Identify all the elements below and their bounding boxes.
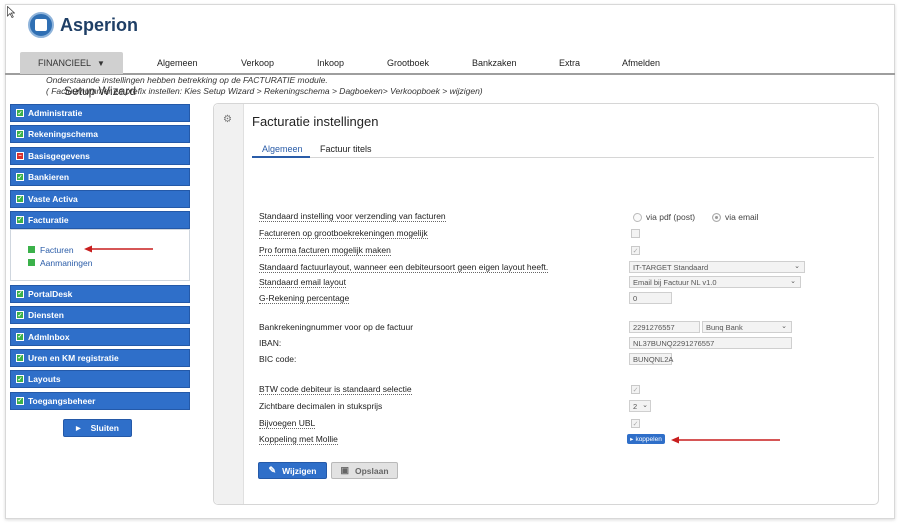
checkbox-ubl[interactable]: ✓ <box>631 419 640 428</box>
label-ubl: Bijvoegen UBL <box>259 418 316 429</box>
sidebar-item-basisgegevens[interactable]: – Basisgegevens <box>10 146 190 165</box>
koppelen-button[interactable]: ▸ koppelen <box>627 434 665 444</box>
label-iban: IBAN: <box>259 338 282 348</box>
tab-grootboek[interactable]: Grootboek <box>387 58 429 68</box>
radio-email[interactable]: via email <box>712 212 759 222</box>
radio-circle-selected <box>712 212 721 222</box>
check-icon: ✓ <box>16 332 24 341</box>
sidebar-item-layouts[interactable]: ✓ Layouts <box>10 370 190 389</box>
subitem-aanmaningen[interactable]: Aanmaningen <box>28 256 189 269</box>
radio-pdf[interactable]: via pdf (post) <box>633 212 695 222</box>
error-icon: – <box>16 151 24 160</box>
sidebar-item-facturatie[interactable]: ✓ Facturatie <box>10 210 190 229</box>
opslaan-button[interactable]: ▣ Opslaan <box>331 462 398 479</box>
chevron-down-icon: ⌄ <box>642 402 648 409</box>
label-grekening: G-Rekening percentage <box>259 293 350 304</box>
check-icon <box>28 246 35 254</box>
active-tab-indicator <box>252 156 310 158</box>
tab-bankzaken[interactable]: Bankzaken <box>472 58 517 68</box>
input-grekening[interactable]: 0 <box>629 292 672 304</box>
play-icon: ▶ <box>76 425 81 432</box>
input-bankrek[interactable]: 2291276557 <box>629 321 700 333</box>
label-btw: BTW code debiteur is standaard selectie <box>259 384 412 395</box>
check-icon: ✓ <box>16 311 24 320</box>
label-proforma: Pro forma facturen mogelijk maken <box>259 245 391 256</box>
save-icon: ▣ <box>340 465 349 475</box>
pencil-icon: ✎ <box>268 465 277 475</box>
app-name: Asperion <box>60 14 139 35</box>
check-icon: ✓ <box>16 289 24 298</box>
tab-verkoop[interactable]: Verkoop <box>241 58 274 68</box>
input-bic[interactable]: BUNQNL2A <box>629 353 673 365</box>
sidebar-item-adminbox[interactable]: ✓ AdmInbox <box>10 327 190 346</box>
select-bank[interactable]: Bunq Bank ⌄ <box>702 321 792 333</box>
sidebar-item-uren-km[interactable]: ✓ Uren en KM registratie <box>10 348 190 367</box>
gears-icon: ⚙ <box>223 114 232 125</box>
check-icon: ✓ <box>16 109 24 117</box>
caret-down-icon: ▼ <box>97 58 105 68</box>
check-icon: ✓ <box>16 396 24 405</box>
sidebar-item-toegangsbeheer[interactable]: ✓ Toegangsbeheer <box>10 391 190 410</box>
asperion-logo[interactable]: Asperion <box>28 12 138 38</box>
select-factuurlayout[interactable]: IT-TARGET Standaard ⌄ <box>629 261 805 273</box>
label-emaillayout: Standaard email layout <box>259 277 346 288</box>
input-iban[interactable]: NL37BUNQ2291276557 <box>629 337 792 349</box>
tab-algemeen[interactable]: Algemeen <box>157 58 198 68</box>
checkbox-proforma[interactable]: ✓ <box>631 246 640 255</box>
logo-icon <box>28 12 54 38</box>
info-text: Onderstaande instellingen hebben betrekk… <box>46 75 483 96</box>
checkbox-grootboek[interactable] <box>631 229 640 238</box>
check-icon: ✓ <box>16 130 24 139</box>
facturatie-subpanel: Facturen Aanmaningen <box>10 229 190 282</box>
chevron-down-icon: ⌄ <box>781 323 787 330</box>
check-icon: ✓ <box>16 215 24 224</box>
tab-afmelden[interactable]: Afmelden <box>622 58 660 68</box>
sluiten-button[interactable]: ▶ Sluiten <box>63 419 132 437</box>
tab-financieel[interactable]: FINANCIEEL ▼ <box>20 52 123 74</box>
play-icon: ▸ <box>630 436 634 443</box>
label-factuurlayout: Standaard factuurlayout, wanneer een deb… <box>259 262 549 273</box>
sidebar-item-bankieren[interactable]: ✓ Bankieren <box>10 168 190 187</box>
tab-inkoop[interactable]: Inkoop <box>317 58 344 68</box>
tab-extra[interactable]: Extra <box>559 58 580 68</box>
select-decimalen[interactable]: 2 ⌄ <box>629 400 651 412</box>
sidebar-item-vaste-activa[interactable]: ✓ Vaste Activa <box>10 189 190 208</box>
chevron-down-icon: ⌄ <box>790 278 796 285</box>
label-grootboek: Factureren op grootboekrekeningen mogeli… <box>259 228 428 239</box>
check-icon: ✓ <box>16 353 24 362</box>
sidebar-item-administratie[interactable]: ✓ Administratie <box>10 104 190 122</box>
annotation-arrow-mollie <box>671 436 780 444</box>
radio-circle <box>633 212 642 222</box>
panel-side-strip: ⚙ <box>214 104 244 504</box>
panel-tabs: Algemeen Factuur titels <box>252 141 874 158</box>
label-bic: BIC code: <box>259 354 297 364</box>
top-navigation: FINANCIEEL ▼ Algemeen Verkoop Inkoop Groo… <box>5 51 895 75</box>
check-icon: ✓ <box>16 375 24 384</box>
label-bankrek: Bankrekeningnummer voor op de factuur <box>259 322 414 332</box>
label-decimalen: Zichtbare decimalen in stuksprijs <box>259 401 383 411</box>
sidebar-item-rekeningschema[interactable]: ✓ Rekeningschema <box>10 125 190 144</box>
label-mollie: Koppeling met Mollie <box>259 434 338 445</box>
sidebar-item-diensten[interactable]: ✓ Diensten <box>10 306 190 325</box>
chevron-down-icon: ⌄ <box>794 263 800 270</box>
label-verzending: Standaard instelling voor verzending van… <box>259 211 446 222</box>
select-emaillayout[interactable]: Email bij Factuur NL v1.0 ⌄ <box>629 276 801 288</box>
annotation-arrow-facturen <box>84 245 153 253</box>
setup-wizard-sidebar: ✓ Administratie ✓ Rekeningschema – Basisgeg… <box>10 104 190 413</box>
panel-title: Facturatie instellingen <box>252 114 379 129</box>
check-icon: ✓ <box>16 173 24 182</box>
wijzigen-button[interactable]: ✎ Wijzigen <box>258 462 327 479</box>
mouse-cursor-icon <box>7 6 15 18</box>
tab-algemeen-settings[interactable]: Algemeen <box>262 144 303 154</box>
tab-factuur-titels[interactable]: Factuur titels <box>320 144 372 154</box>
check-icon: ✓ <box>16 194 24 203</box>
sidebar-item-portaldesk[interactable]: ✓ PortalDesk <box>10 284 190 303</box>
check-icon <box>28 259 35 267</box>
checkbox-btw[interactable]: ✓ <box>631 385 640 394</box>
